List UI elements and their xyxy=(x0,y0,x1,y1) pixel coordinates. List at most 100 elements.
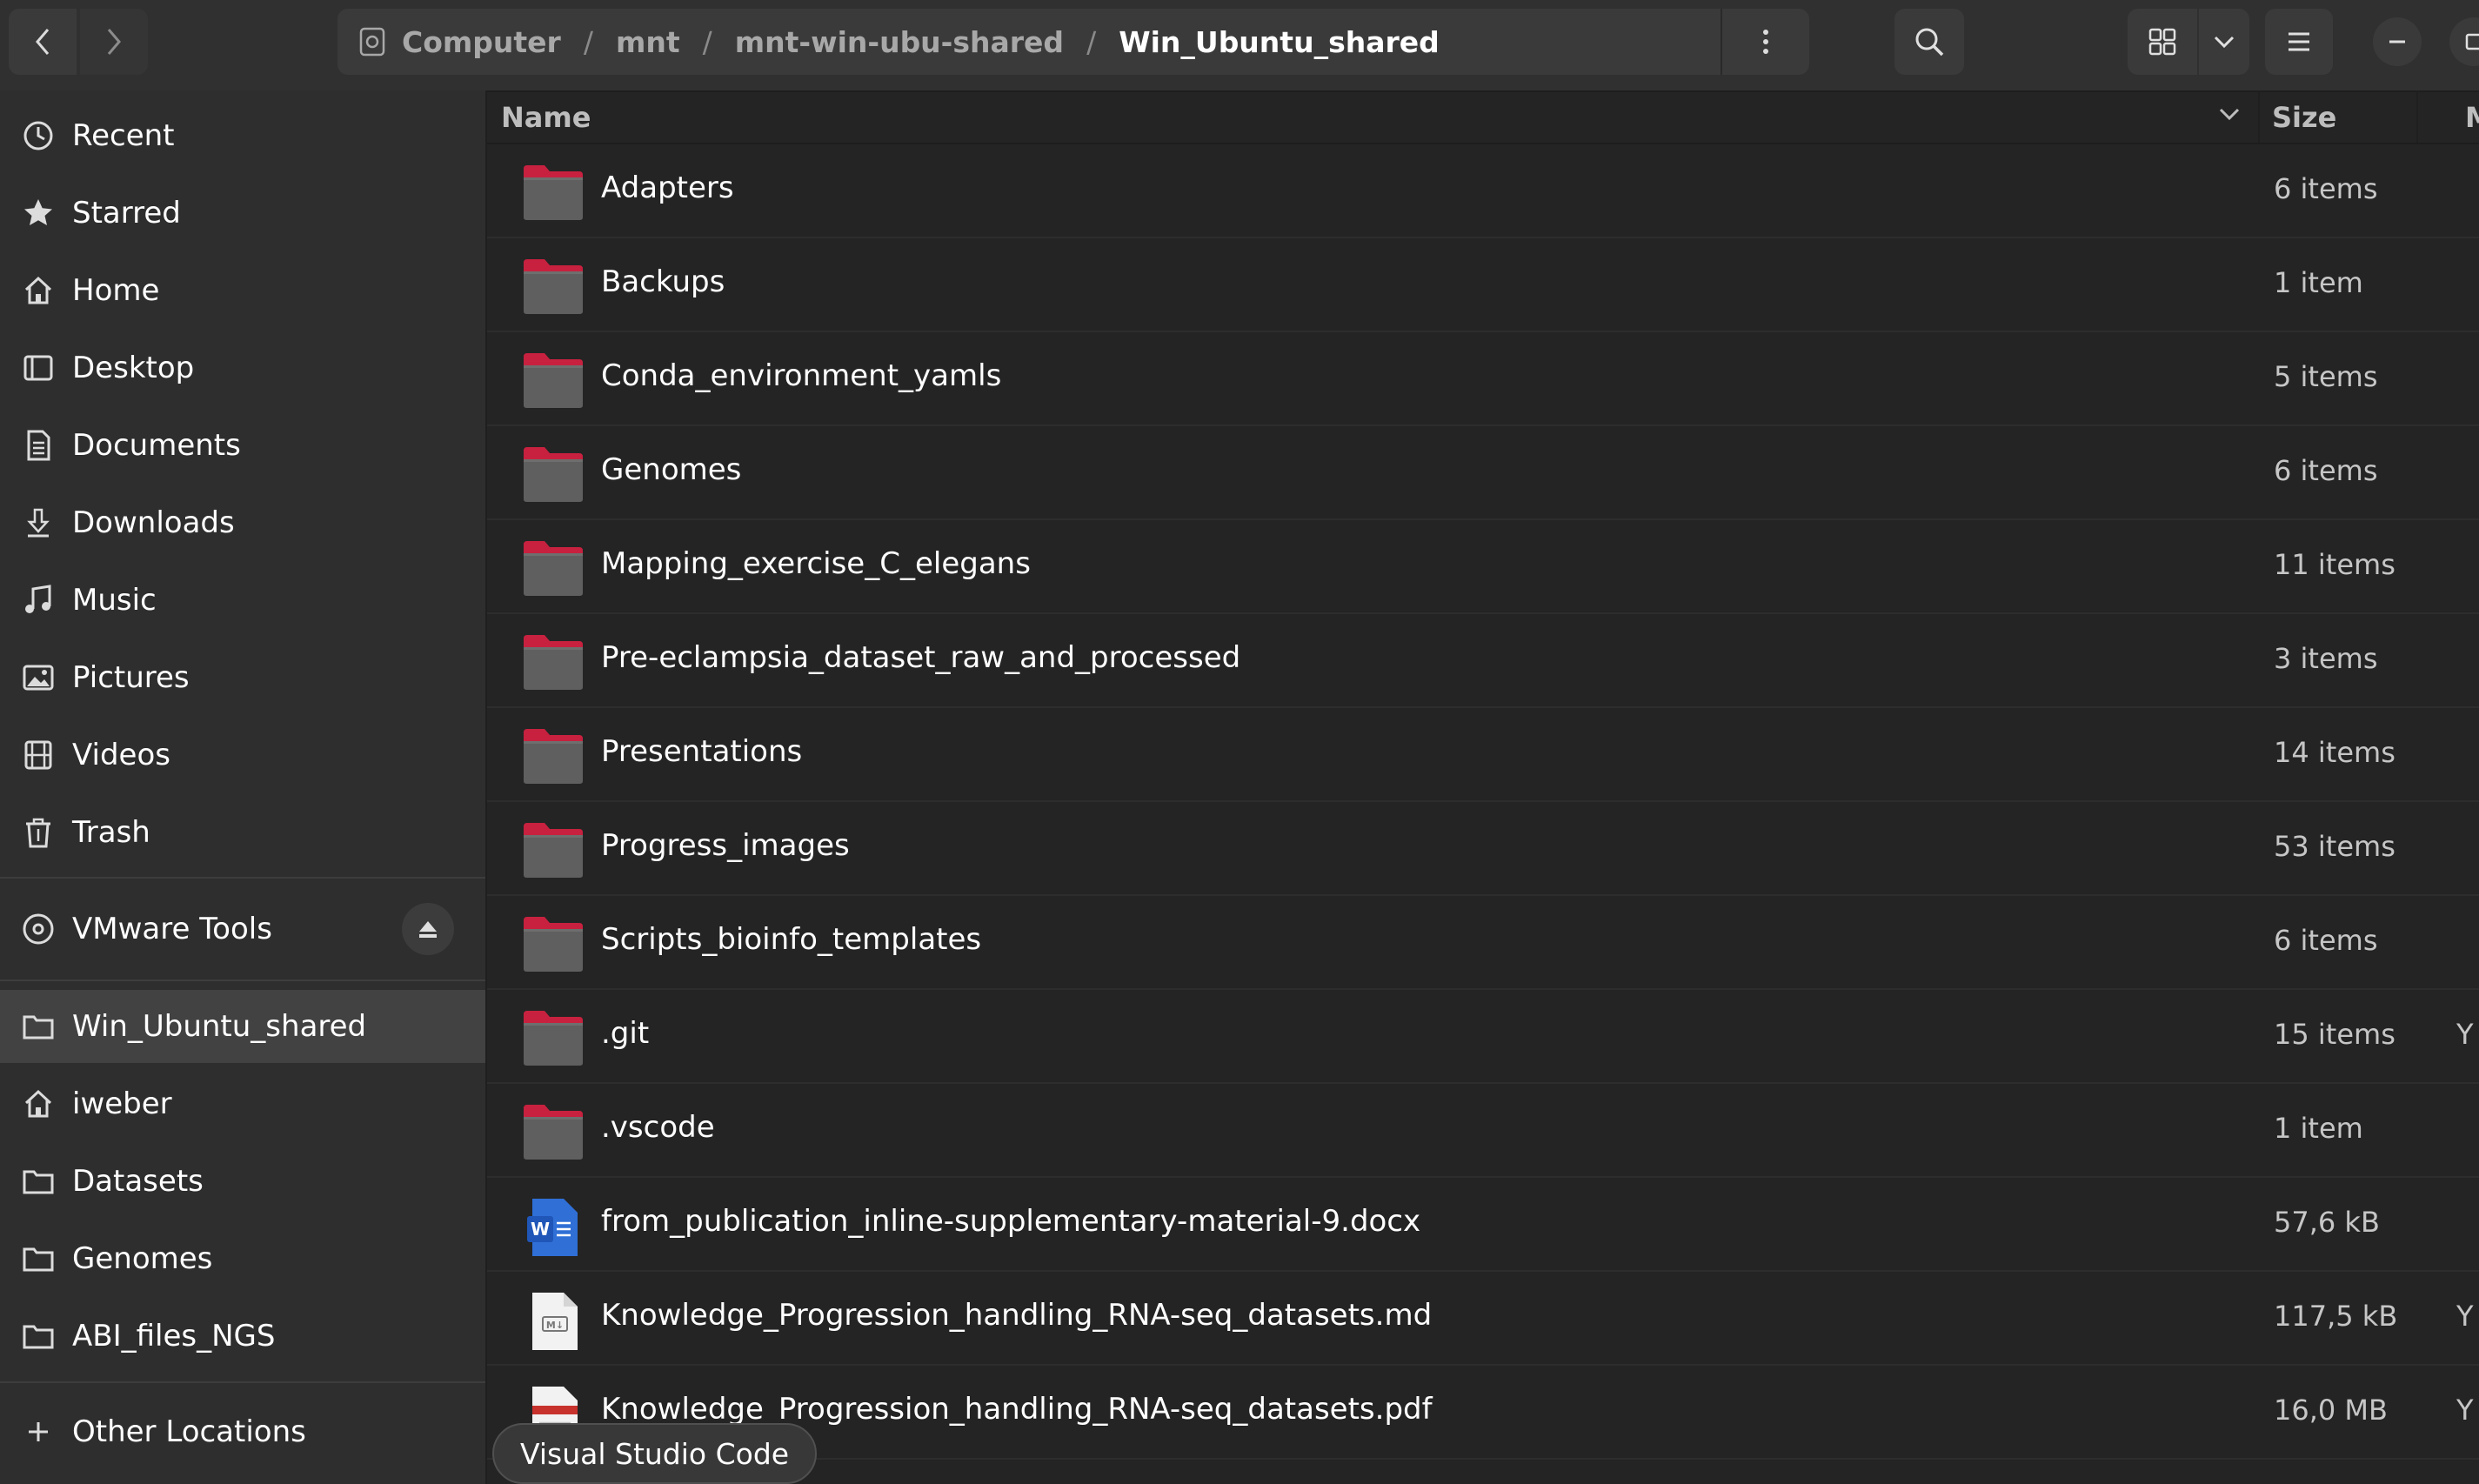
sidebar-item-label: VMware Tools xyxy=(72,912,272,946)
eject-icon xyxy=(419,921,437,938)
sidebar-item-starred[interactable]: Starred xyxy=(0,177,485,250)
file-name: Progress_images xyxy=(601,828,850,863)
file-modified: Y xyxy=(2456,1018,2474,1051)
sidebar-divider xyxy=(0,1381,485,1383)
back-button[interactable] xyxy=(9,9,77,75)
sidebar-item-label: Genomes xyxy=(72,1241,213,1276)
sidebar-item-win-ubuntu-shared[interactable]: Win_Ubuntu_shared xyxy=(0,990,485,1063)
file-name: Pre-eclampsia_dataset_raw_and_processed xyxy=(601,640,1241,675)
sidebar-item-home[interactable]: Home xyxy=(0,254,485,327)
folder-icon xyxy=(522,351,585,409)
breadcrumb-mnt-win-ubu-shared[interactable]: mnt-win-ubu-shared xyxy=(735,25,1064,59)
file-row[interactable]: .git 15 items Y xyxy=(487,990,2479,1084)
search-button[interactable] xyxy=(1894,9,1964,75)
sidebar-item-vmware-tools[interactable]: VMware Tools xyxy=(0,892,485,966)
folder-icon xyxy=(522,1103,585,1160)
file-size: 16,0 MB xyxy=(2274,1394,2388,1427)
column-header: Name Size M xyxy=(487,90,2479,144)
breadcrumb-computer[interactable]: Computer xyxy=(402,25,561,59)
breadcrumb-mnt[interactable]: mnt xyxy=(616,25,680,59)
file-row[interactable]: M↓ Knowledge_Progression_handling_RNA-seq… xyxy=(487,1272,2479,1366)
folder-icon xyxy=(522,633,585,691)
sidebar-item-label: Documents xyxy=(72,428,241,463)
sidebar-item-downloads[interactable]: Downloads xyxy=(0,486,485,559)
header-bar: Computer / mnt / mnt-win-ubu-shared / Wi… xyxy=(0,0,2479,92)
folder-icon xyxy=(522,727,585,785)
breadcrumb-current[interactable]: Win_Ubuntu_shared xyxy=(1119,25,1440,59)
sidebar-item-label: ABI_files_NGS xyxy=(72,1319,276,1354)
picture-icon xyxy=(21,660,56,695)
column-header-name[interactable]: Name xyxy=(501,101,591,134)
sidebar-item-label: Videos xyxy=(72,738,170,772)
trash-icon xyxy=(21,815,56,850)
file-size: 5 items xyxy=(2274,360,2378,393)
path-menu-button[interactable] xyxy=(1721,9,1809,75)
disc-icon xyxy=(21,912,56,946)
sidebar-item-iweber[interactable]: iweber xyxy=(0,1067,485,1140)
sidebar-item-label: Win_Ubuntu_shared xyxy=(72,1009,367,1044)
folder-icon xyxy=(21,1241,56,1276)
file-size: 3 items xyxy=(2274,642,2378,675)
maximize-button[interactable] xyxy=(2449,17,2479,66)
docx-file-icon: W xyxy=(522,1197,585,1258)
desktop-icon xyxy=(21,351,56,385)
column-header-modified[interactable]: M xyxy=(2465,101,2479,134)
sidebar-item-abi-files-ngs[interactable]: ABI_files_NGS xyxy=(0,1300,485,1373)
file-name: Mapping_exercise_C_elegans xyxy=(601,546,1031,581)
column-header-size[interactable]: Size xyxy=(2272,101,2336,134)
sidebar-item-music[interactable]: Music xyxy=(0,564,485,637)
sidebar-item-documents[interactable]: Documents xyxy=(0,409,485,482)
music-icon xyxy=(21,583,56,618)
drive-icon xyxy=(359,27,385,57)
folder-icon xyxy=(522,445,585,503)
sidebar-item-label: iweber xyxy=(72,1086,172,1121)
file-row[interactable]: Wfrom_publication_inline-supplementary-m… xyxy=(487,1178,2479,1272)
file-name: Scripts_bioinfo_templates xyxy=(601,922,982,957)
view-grid-button[interactable] xyxy=(2128,9,2197,75)
breadcrumb-separator: / xyxy=(702,24,712,59)
folder-icon xyxy=(522,1009,585,1066)
sidebar-item-desktop[interactable]: Desktop xyxy=(0,331,485,404)
folder-icon xyxy=(21,1009,56,1044)
dock-tooltip: Visual Studio Code xyxy=(492,1423,818,1484)
minimize-button[interactable] xyxy=(2373,17,2422,66)
view-options-button[interactable] xyxy=(2199,9,2249,75)
file-name: Conda_environment_yamls xyxy=(601,358,1002,393)
file-size: 14 items xyxy=(2274,736,2395,769)
sidebar-item-trash[interactable]: Trash xyxy=(0,796,485,869)
file-row[interactable]: Progress_images 53 items xyxy=(487,802,2479,896)
file-size: 11 items xyxy=(2274,548,2395,581)
file-row[interactable]: Mapping_exercise_C_elegans 11 items xyxy=(487,520,2479,614)
file-name: .vscode xyxy=(601,1110,715,1145)
sidebar-item-videos[interactable]: Videos xyxy=(0,719,485,792)
folder-icon xyxy=(522,257,585,315)
plus-icon xyxy=(21,1414,56,1449)
chevron-down-icon xyxy=(2214,36,2235,49)
file-row[interactable]: Conda_environment_yamls 5 items xyxy=(487,332,2479,426)
main-menu-button[interactable] xyxy=(2265,9,2333,75)
file-row[interactable]: Backups 1 item xyxy=(487,238,2479,332)
sidebar-item-datasets[interactable]: Datasets xyxy=(0,1145,485,1218)
sidebar-item-pictures[interactable]: Pictures xyxy=(0,641,485,714)
home-icon xyxy=(21,1086,56,1121)
markdown-file-icon: M↓ xyxy=(522,1291,585,1352)
star-icon xyxy=(21,196,56,231)
sort-chevron-down-icon[interactable] xyxy=(2218,106,2241,122)
sidebar-divider xyxy=(0,979,485,981)
forward-button[interactable] xyxy=(80,9,148,75)
file-row[interactable]: Scripts_bioinfo_templates 6 items xyxy=(487,896,2479,990)
file-row[interactable]: Pre-eclampsia_dataset_raw_and_processed 3… xyxy=(487,614,2479,708)
folder-icon xyxy=(21,1164,56,1199)
sidebar-item-recent[interactable]: Recent xyxy=(0,99,485,172)
file-row[interactable]: .vscode 1 item xyxy=(487,1084,2479,1178)
file-name: Knowledge_Progression_handling_RNA-seq_d… xyxy=(601,1392,1433,1427)
file-row[interactable]: Adapters 6 items xyxy=(487,144,2479,238)
file-size: 15 items xyxy=(2274,1018,2395,1051)
file-row[interactable]: Genomes 6 items xyxy=(487,426,2479,520)
sidebar-item-other-locations[interactable]: Other Locations xyxy=(0,1395,485,1468)
file-size: 53 items xyxy=(2274,830,2395,863)
sidebar-item-genomes[interactable]: Genomes xyxy=(0,1222,485,1295)
eject-button[interactable] xyxy=(402,903,454,955)
hamburger-icon xyxy=(2289,32,2309,51)
file-row[interactable]: Presentations 14 items xyxy=(487,708,2479,802)
